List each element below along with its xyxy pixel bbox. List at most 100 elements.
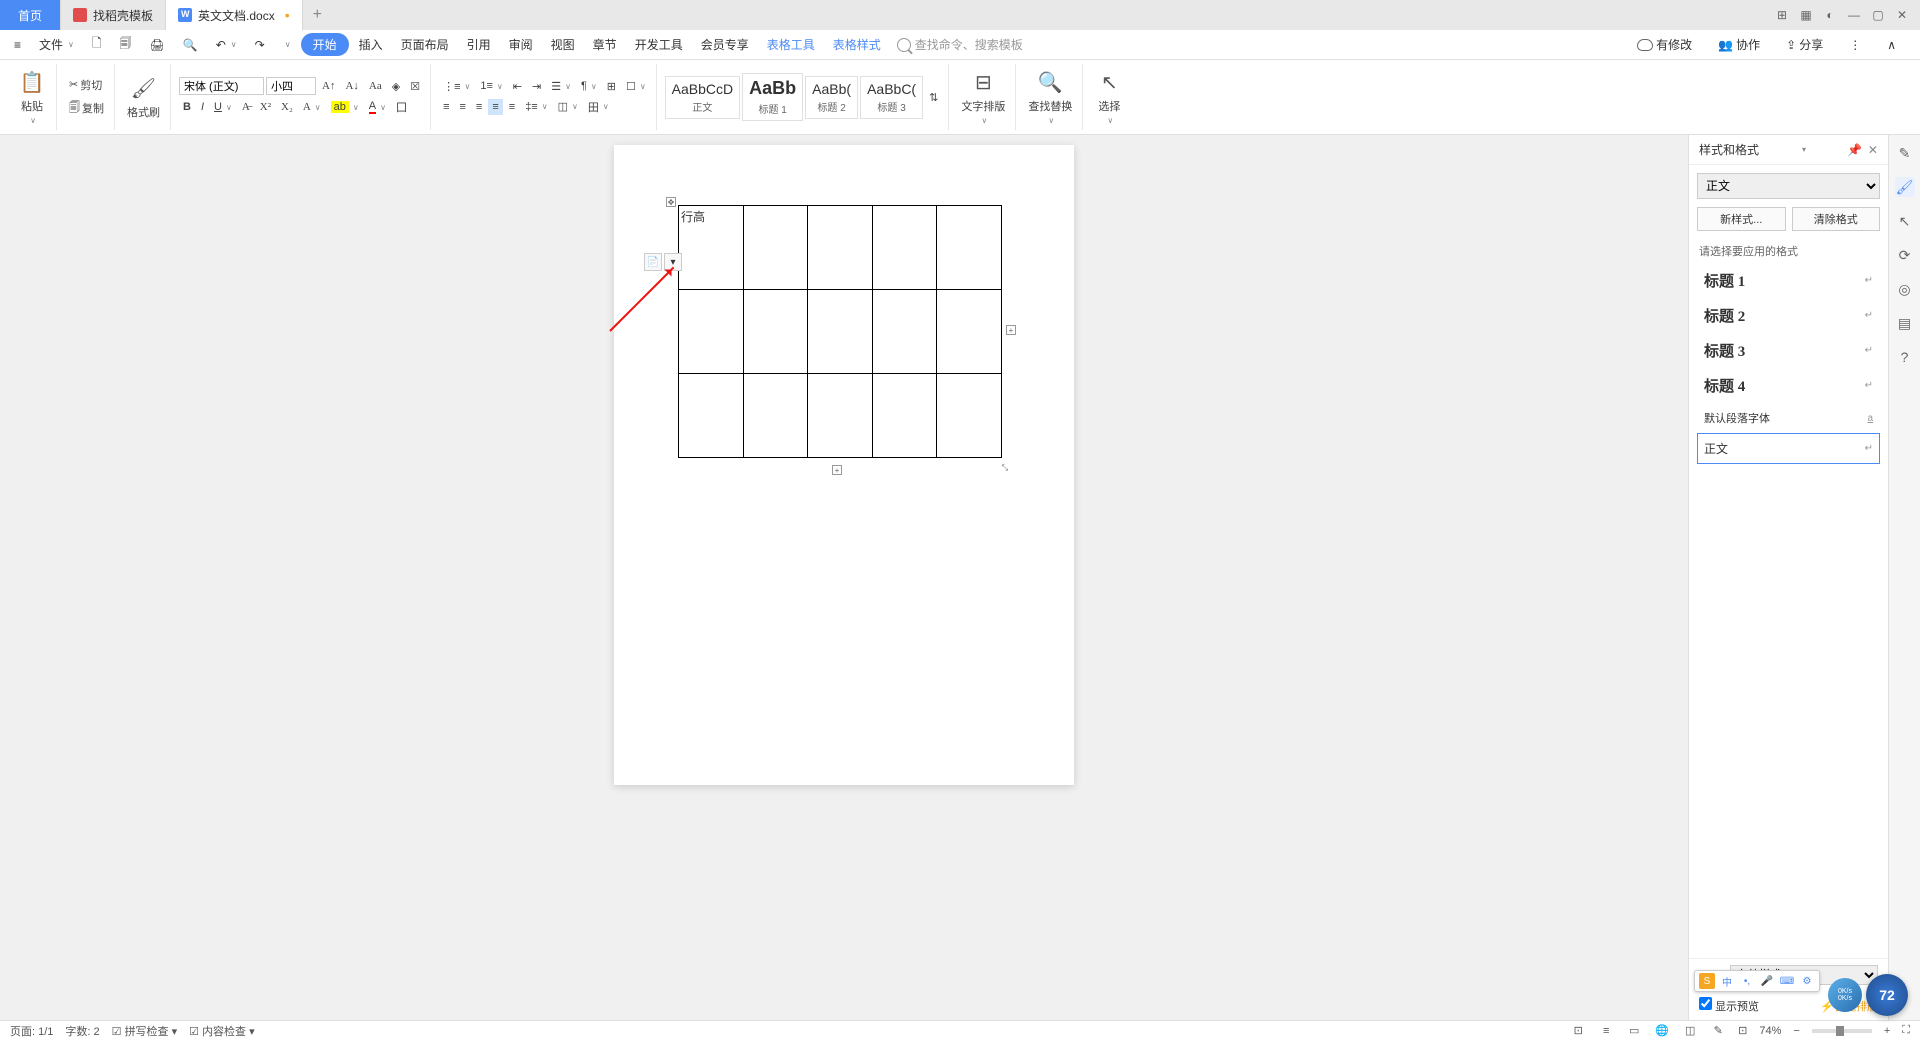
current-style-select[interactable]: 正文 [1697,173,1880,199]
tab-document[interactable]: 英文文档.docx • [166,0,303,30]
layout-icon[interactable]: ⊞ [1774,7,1790,23]
table-cell[interactable] [937,374,1002,458]
cut-button[interactable]: ✂ 剪切 [65,75,108,95]
share-button[interactable]: ⇪ 分享 [1778,32,1831,57]
tab-templates[interactable]: 找稻壳模板 [61,0,166,30]
view-outline-icon[interactable]: ◫ [1682,1023,1698,1039]
tabs-btn[interactable]: ⊞ [603,78,620,95]
align-justify[interactable]: ≡ [488,99,502,115]
table-cell[interactable] [679,374,744,458]
change-case[interactable]: Aa [365,78,386,94]
side-book-icon[interactable]: ▤ [1895,313,1915,333]
bold[interactable]: B [179,99,195,115]
table-cell[interactable] [743,206,808,290]
menu-references[interactable]: 引用 [459,32,499,57]
sort[interactable]: ☰∨ [547,78,575,95]
document-table[interactable]: 行高 [678,205,1002,458]
align-center[interactable]: ≡ [456,99,470,115]
qat-preview[interactable]: 🔍 [175,34,206,56]
zoom-fullpage[interactable]: ⛶ [1902,1024,1910,1037]
view-edit-icon[interactable]: ✎ [1710,1023,1726,1039]
table-cell[interactable]: 行高 [679,206,744,290]
ime-voice-icon[interactable]: 🎤 [1759,973,1775,989]
find-replace-button[interactable]: 🔍 查找替换∨ [1024,67,1076,127]
side-help-icon[interactable]: ? [1895,347,1915,367]
style-heading1[interactable]: AaBb标题 1 [742,73,803,121]
clear-format-button[interactable]: 清除格式 [1792,207,1881,231]
font-size-select[interactable] [266,77,316,95]
zoom-level[interactable]: 74% [1759,1025,1781,1037]
qat-save[interactable]: 🗋 [84,30,110,59]
superscript[interactable]: X² [256,99,275,115]
menu-view[interactable]: 视图 [543,32,583,57]
style-entry-normal[interactable]: 正文↵ [1697,433,1880,464]
table-add-col-handle[interactable]: + [1006,325,1016,335]
maximize-icon[interactable]: ▢ [1870,7,1886,23]
qat-more[interactable]: ∨ [275,36,299,53]
tab-add[interactable]: + [303,6,332,24]
command-search[interactable]: 查找命令、搜索模板 [891,34,1029,55]
table-row[interactable] [679,374,1002,458]
table-add-row-handle[interactable]: + [832,465,842,475]
highlight[interactable]: ab∨ [327,99,363,115]
view-fullscreen-icon[interactable]: ⊡ [1570,1023,1586,1039]
collab-button[interactable]: 👥 协作 [1710,32,1768,57]
text-layout-button[interactable]: ⊟ 文字排版∨ [957,67,1009,127]
user-icon[interactable]: ◐ [1822,7,1838,23]
text-effects[interactable]: A∨ [299,99,325,115]
side-cursor-icon[interactable]: ↖ [1895,211,1915,231]
italic[interactable]: I [197,99,208,115]
view-web-icon[interactable]: 🌐 [1654,1023,1670,1039]
menu-pagelayout[interactable]: 页面布局 [393,32,457,57]
table-cell[interactable] [743,290,808,374]
table-cell[interactable] [679,290,744,374]
underline[interactable]: U∨ [210,99,236,115]
performance-widget[interactable]: 72 [1866,974,1908,1016]
menu-tabletools[interactable]: 表格工具 [759,32,823,57]
style-entry-default-font[interactable]: 默认段落字体a [1697,403,1880,433]
table-cell[interactable] [872,206,937,290]
zoom-fit[interactable]: ⊡ [1738,1024,1747,1037]
menu-section[interactable]: 章节 [585,32,625,57]
decrease-indent[interactable]: ⇤ [509,78,526,95]
style-entry-h4[interactable]: 标题 4↵ [1697,368,1880,403]
pin-icon[interactable]: 📌 [1847,143,1862,157]
font-name-select[interactable] [179,77,264,95]
minimize-icon[interactable]: — [1846,7,1862,23]
spellcheck-toggle[interactable]: ☑ 拼写检查 ▾ [112,1023,178,1039]
style-heading2[interactable]: AaBb(标题 2 [805,76,858,119]
page-indicator[interactable]: 页面: 1/1 [10,1023,53,1039]
ime-punct-icon[interactable]: •, [1739,973,1755,989]
char-border[interactable]: ☒ [406,78,424,95]
track-changes[interactable]: 有修改 [1629,32,1700,57]
format-painter-button[interactable]: 🖌 格式刷 [123,67,164,127]
align-left[interactable]: ≡ [439,99,453,115]
borders-btn[interactable]: ☐∨ [622,78,650,95]
ime-keyboard-icon[interactable]: ⌨ [1779,973,1795,989]
select-button[interactable]: ↖ 选择∨ [1091,67,1127,127]
menu-member[interactable]: 会员专享 [693,32,757,57]
zoom-slider[interactable] [1812,1029,1872,1033]
menu-start[interactable]: 开始 [301,33,349,56]
network-monitor-widget[interactable]: 0K/s0K/s [1828,978,1862,1012]
view-page-icon[interactable]: ≡ [1598,1023,1614,1039]
line-spacing[interactable]: ‡≡∨ [521,99,551,115]
ime-settings-icon[interactable]: ⚙ [1799,973,1815,989]
qat-undo[interactable]: ↶∨ [208,34,245,56]
style-more[interactable]: ⇅ [925,89,942,106]
align-right[interactable]: ≡ [472,99,486,115]
style-gallery[interactable]: AaBbCcD正文 AaBb标题 1 AaBb(标题 2 AaBbC(标题 3 … [665,73,943,121]
table-cell[interactable] [937,206,1002,290]
style-heading3[interactable]: AaBbC(标题 3 [860,76,923,119]
style-normal[interactable]: AaBbCcD正文 [665,76,740,119]
align-distribute[interactable]: ≡ [505,99,519,115]
increase-indent[interactable]: ⇥ [528,78,545,95]
menu-tablestyle[interactable]: 表格样式 [825,32,889,57]
shrink-font[interactable]: A↓ [341,78,362,94]
table-cell[interactable] [808,374,873,458]
document-area[interactable]: ✥ 📄 ▾ 行高 + + [0,135,1688,1020]
word-count[interactable]: 字数: 2 [65,1023,99,1039]
menu-devtools[interactable]: 开发工具 [627,32,691,57]
qat-redo[interactable]: ↷ [247,34,273,56]
more-menu[interactable]: ⋮ [1841,34,1869,56]
